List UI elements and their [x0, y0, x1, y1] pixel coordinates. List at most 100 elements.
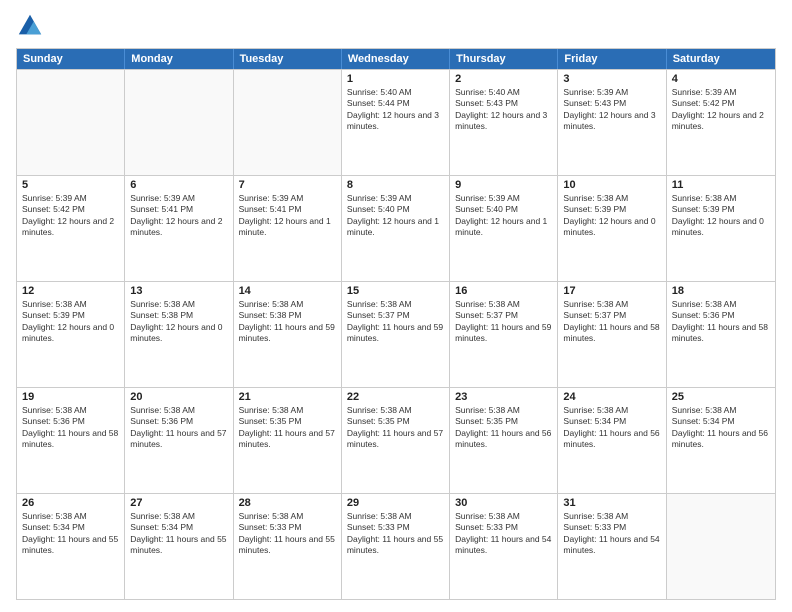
cell-info: Sunrise: 5:38 AM Sunset: 5:33 PM Dayligh… [563, 511, 660, 557]
calendar-cell: 6Sunrise: 5:39 AM Sunset: 5:41 PM Daylig… [125, 176, 233, 281]
calendar-cell: 1 Sunrise: 5:40 AM Sunset: 5:44 PM Daylig… [342, 70, 450, 175]
cell-info: Sunrise: 5:39 AM Sunset: 5:43 PM Dayligh… [563, 87, 660, 133]
cell-info: Sunrise: 5:38 AM Sunset: 5:34 PM Dayligh… [672, 405, 770, 451]
calendar-cell: 17 Sunrise: 5:38 AM Sunset: 5:37 PM Dayli… [558, 282, 666, 387]
day-number: 25 [672, 391, 770, 403]
day-number: 21 [239, 391, 336, 403]
calendar-cell: 20Sunrise: 5:38 AM Sunset: 5:36 PM Dayli… [125, 388, 233, 493]
day-number: 10 [563, 179, 660, 191]
cell-info: Sunrise: 5:38 AM Sunset: 5:35 PM Dayligh… [239, 405, 336, 451]
day-number: 12 [22, 285, 119, 297]
cell-info: Sunrise: 5:39 AM Sunset: 5:42 PM Dayligh… [672, 87, 770, 133]
calendar-cell: 15 Sunrise: 5:38 AM Sunset: 5:37 PM Dayli… [342, 282, 450, 387]
cell-info: Sunrise: 5:38 AM Sunset: 5:38 PM Dayligh… [130, 299, 227, 345]
cell-info: Sunrise: 5:38 AM Sunset: 5:33 PM Dayligh… [347, 511, 444, 557]
calendar-cell: 29 Sunrise: 5:38 AM Sunset: 5:33 PM Dayli… [342, 494, 450, 599]
day-header-thursday: Thursday [450, 49, 558, 69]
calendar-cell: 19 Sunrise: 5:38 AM Sunset: 5:36 PM Dayli… [17, 388, 125, 493]
calendar-cell: 16 Sunrise: 5:38 AM Sunset: 5:37 PM Dayli… [450, 282, 558, 387]
header [16, 12, 776, 40]
day-number: 14 [239, 285, 336, 297]
day-number: 27 [130, 497, 227, 509]
day-number: 17 [563, 285, 660, 297]
cell-info: Sunrise: 5:38 AM Sunset: 5:39 PM Dayligh… [563, 193, 660, 239]
cell-info: Sunrise: 5:40 AM Sunset: 5:43 PM Dayligh… [455, 87, 552, 133]
logo [16, 12, 48, 40]
cell-info: Sunrise: 5:39 AM Sunset: 5:41 PM Dayligh… [130, 193, 227, 239]
cell-info: Sunrise: 5:38 AM Sunset: 5:35 PM Dayligh… [455, 405, 552, 451]
calendar-cell: 11 Sunrise: 5:38 AM Sunset: 5:39 PM Dayli… [667, 176, 775, 281]
day-number: 29 [347, 497, 444, 509]
day-number: 2 [455, 73, 552, 85]
day-number: 7 [239, 179, 336, 191]
cell-info: Sunrise: 5:40 AM Sunset: 5:44 PM Dayligh… [347, 87, 444, 133]
day-number: 11 [672, 179, 770, 191]
calendar-cell [125, 70, 233, 175]
cell-info: Sunrise: 5:38 AM Sunset: 5:34 PM Dayligh… [563, 405, 660, 451]
calendar-cell: 8Sunrise: 5:39 AM Sunset: 5:40 PM Daylig… [342, 176, 450, 281]
cell-info: Sunrise: 5:39 AM Sunset: 5:40 PM Dayligh… [347, 193, 444, 239]
calendar-week-5: 26 Sunrise: 5:38 AM Sunset: 5:34 PM Dayli… [17, 493, 775, 599]
calendar-cell: 2 Sunrise: 5:40 AM Sunset: 5:43 PM Daylig… [450, 70, 558, 175]
calendar-cell: 25 Sunrise: 5:38 AM Sunset: 5:34 PM Dayli… [667, 388, 775, 493]
calendar-cell: 4Sunrise: 5:39 AM Sunset: 5:42 PM Daylig… [667, 70, 775, 175]
calendar-week-2: 5Sunrise: 5:39 AM Sunset: 5:42 PM Daylig… [17, 175, 775, 281]
cell-info: Sunrise: 5:39 AM Sunset: 5:41 PM Dayligh… [239, 193, 336, 239]
cell-info: Sunrise: 5:38 AM Sunset: 5:33 PM Dayligh… [455, 511, 552, 557]
cell-info: Sunrise: 5:38 AM Sunset: 5:37 PM Dayligh… [347, 299, 444, 345]
day-header-monday: Monday [125, 49, 233, 69]
calendar-cell: 12 Sunrise: 5:38 AM Sunset: 5:39 PM Dayli… [17, 282, 125, 387]
cell-info: Sunrise: 5:38 AM Sunset: 5:37 PM Dayligh… [563, 299, 660, 345]
day-number: 15 [347, 285, 444, 297]
day-header-sunday: Sunday [17, 49, 125, 69]
calendar-cell: 10 Sunrise: 5:38 AM Sunset: 5:39 PM Dayli… [558, 176, 666, 281]
calendar-cell: 21 Sunrise: 5:38 AM Sunset: 5:35 PM Dayli… [234, 388, 342, 493]
calendar: SundayMondayTuesdayWednesdayThursdayFrid… [16, 48, 776, 600]
day-number: 18 [672, 285, 770, 297]
cell-info: Sunrise: 5:38 AM Sunset: 5:36 PM Dayligh… [672, 299, 770, 345]
calendar-cell: 26 Sunrise: 5:38 AM Sunset: 5:34 PM Dayli… [17, 494, 125, 599]
day-number: 20 [130, 391, 227, 403]
calendar-cell: 14Sunrise: 5:38 AM Sunset: 5:38 PM Dayli… [234, 282, 342, 387]
day-number: 1 [347, 73, 444, 85]
calendar-cell: 18 Sunrise: 5:38 AM Sunset: 5:36 PM Dayli… [667, 282, 775, 387]
cell-info: Sunrise: 5:38 AM Sunset: 5:39 PM Dayligh… [22, 299, 119, 345]
cell-info: Sunrise: 5:38 AM Sunset: 5:33 PM Dayligh… [239, 511, 336, 557]
calendar-cell: 5Sunrise: 5:39 AM Sunset: 5:42 PM Daylig… [17, 176, 125, 281]
calendar-body: 1 Sunrise: 5:40 AM Sunset: 5:44 PM Daylig… [17, 69, 775, 599]
calendar-cell: 13 Sunrise: 5:38 AM Sunset: 5:38 PM Dayli… [125, 282, 233, 387]
calendar-cell: 7 Sunrise: 5:39 AM Sunset: 5:41 PM Daylig… [234, 176, 342, 281]
cell-info: Sunrise: 5:38 AM Sunset: 5:34 PM Dayligh… [130, 511, 227, 557]
day-number: 16 [455, 285, 552, 297]
cell-info: Sunrise: 5:38 AM Sunset: 5:39 PM Dayligh… [672, 193, 770, 239]
calendar-week-1: 1 Sunrise: 5:40 AM Sunset: 5:44 PM Daylig… [17, 69, 775, 175]
day-number: 23 [455, 391, 552, 403]
cell-info: Sunrise: 5:38 AM Sunset: 5:34 PM Dayligh… [22, 511, 119, 557]
day-header-wednesday: Wednesday [342, 49, 450, 69]
day-header-friday: Friday [558, 49, 666, 69]
day-number: 9 [455, 179, 552, 191]
cell-info: Sunrise: 5:38 AM Sunset: 5:37 PM Dayligh… [455, 299, 552, 345]
day-number: 30 [455, 497, 552, 509]
day-number: 28 [239, 497, 336, 509]
calendar-week-3: 12 Sunrise: 5:38 AM Sunset: 5:39 PM Dayli… [17, 281, 775, 387]
day-number: 13 [130, 285, 227, 297]
day-number: 26 [22, 497, 119, 509]
calendar-cell [667, 494, 775, 599]
day-number: 19 [22, 391, 119, 403]
calendar-week-4: 19 Sunrise: 5:38 AM Sunset: 5:36 PM Dayli… [17, 387, 775, 493]
day-header-saturday: Saturday [667, 49, 775, 69]
calendar-cell: 9 Sunrise: 5:39 AM Sunset: 5:40 PM Daylig… [450, 176, 558, 281]
page: SundayMondayTuesdayWednesdayThursdayFrid… [0, 0, 792, 612]
day-number: 24 [563, 391, 660, 403]
day-header-tuesday: Tuesday [234, 49, 342, 69]
cell-info: Sunrise: 5:38 AM Sunset: 5:36 PM Dayligh… [22, 405, 119, 451]
day-number: 5 [22, 179, 119, 191]
calendar-cell: 24 Sunrise: 5:38 AM Sunset: 5:34 PM Dayli… [558, 388, 666, 493]
calendar-cell: 31Sunrise: 5:38 AM Sunset: 5:33 PM Dayli… [558, 494, 666, 599]
calendar-cell [234, 70, 342, 175]
calendar-cell: 3Sunrise: 5:39 AM Sunset: 5:43 PM Daylig… [558, 70, 666, 175]
calendar-cell: 23 Sunrise: 5:38 AM Sunset: 5:35 PM Dayli… [450, 388, 558, 493]
calendar-cell: 28 Sunrise: 5:38 AM Sunset: 5:33 PM Dayli… [234, 494, 342, 599]
cell-info: Sunrise: 5:39 AM Sunset: 5:40 PM Dayligh… [455, 193, 552, 239]
